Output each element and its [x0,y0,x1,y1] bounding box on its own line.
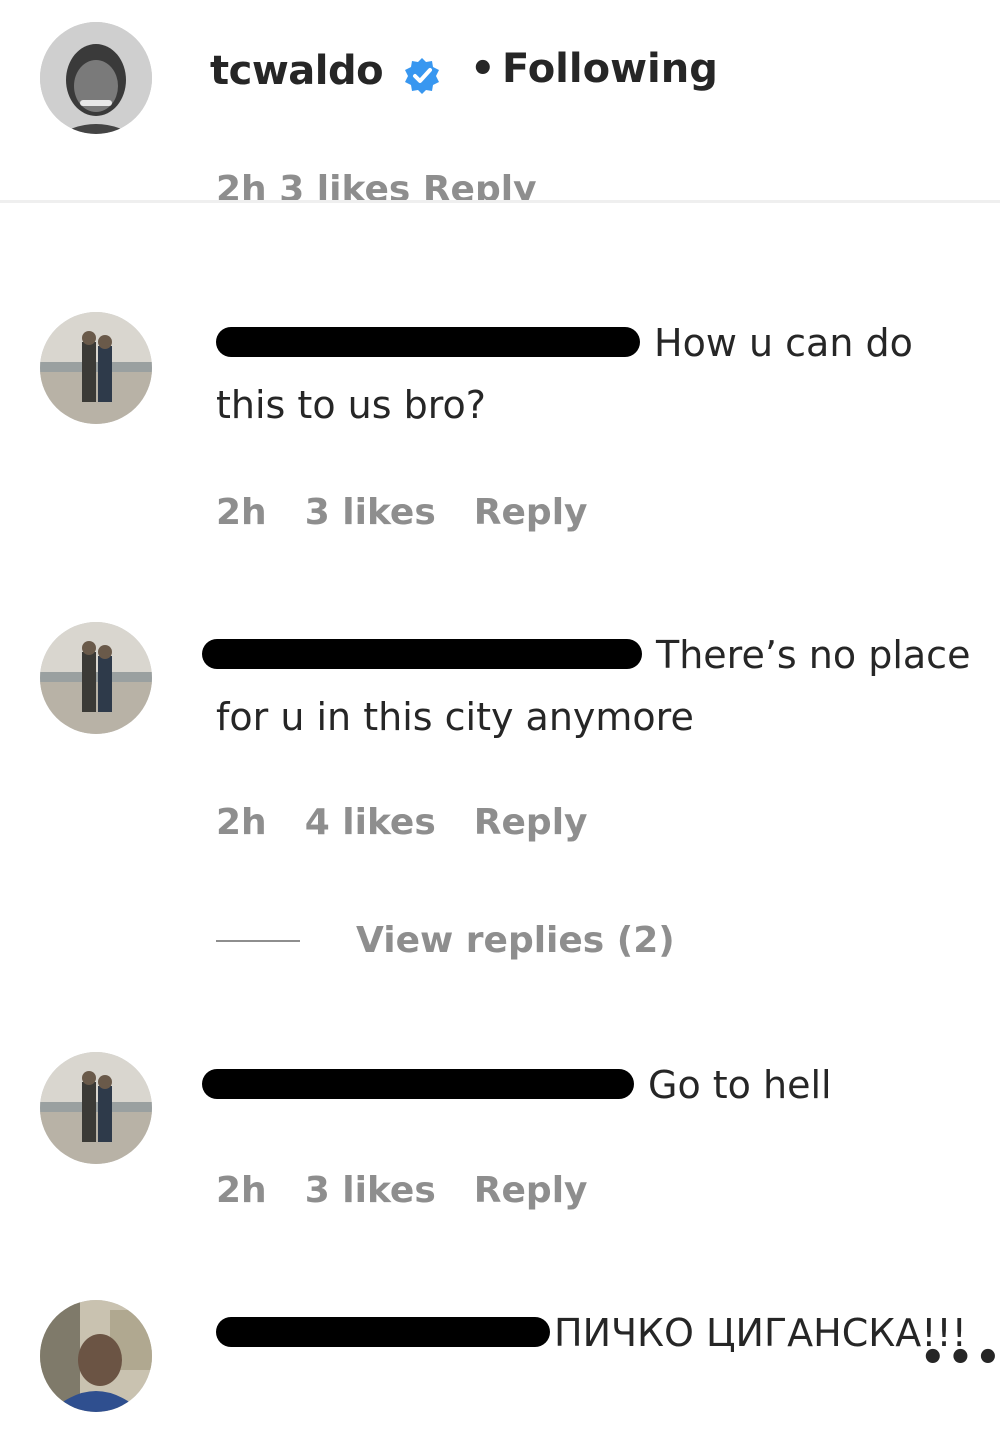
redacted-username [202,638,642,669]
commenter-avatar[interactable] [40,1052,152,1164]
commenter-avatar-image [40,1052,152,1164]
commenter-avatar[interactable] [40,1300,152,1412]
comment-text: ПИЧКО ЦИГАНСКА!!! [554,1311,967,1355]
owner-avatar[interactable] [40,22,152,134]
comment-text: Go to hell [648,1063,832,1107]
verified-badge-icon [405,58,439,94]
commenter-avatar-image [40,1300,152,1412]
more-options-icon[interactable]: ••• [920,1338,1000,1378]
reply-button[interactable]: Reply [474,492,588,533]
view-replies-line [216,939,300,942]
following-button[interactable]: Following [502,46,718,92]
comment-likes[interactable]: 3 likes [305,492,436,533]
view-replies-label[interactable]: View replies (2) [356,920,675,961]
reply-button[interactable]: Reply [474,802,588,843]
redacted-username [216,326,640,357]
reply-button[interactable]: Reply [474,1170,588,1211]
commenter-avatar[interactable] [40,312,152,424]
comment-time: 2h [216,802,267,843]
partial-comment-meta: 2h 3 likes Reply [216,172,537,200]
comment-body: Go to hell [202,1054,976,1116]
commenter-avatar-image [40,622,152,734]
comment-meta: 2h 4 likes Reply [216,802,626,843]
comment-time: 2h [216,492,267,533]
comment-meta: 2h 3 likes Reply [216,492,626,533]
comment-likes[interactable]: 3 likes [305,1170,436,1211]
comment-meta: 2h 3 likes Reply [216,1170,626,1211]
comment-time: 2h [216,1170,267,1211]
view-replies-button[interactable]: View replies (2) [216,920,675,961]
commenter-avatar-image [40,312,152,424]
header-separator: • [470,46,496,92]
comment-body: ПИЧКО ЦИГАНСКА!!! [216,1302,976,1364]
comment-body: There’s no place for u in this city anym… [202,624,976,748]
owner-username[interactable]: tcwaldo [210,48,384,94]
comment-likes[interactable]: 4 likes [305,802,436,843]
redacted-username [216,1316,550,1347]
commenter-avatar[interactable] [40,622,152,734]
owner-avatar-image [40,22,152,134]
redacted-username [202,1068,634,1099]
comment-body: How u can do this to us bro? [216,312,976,436]
